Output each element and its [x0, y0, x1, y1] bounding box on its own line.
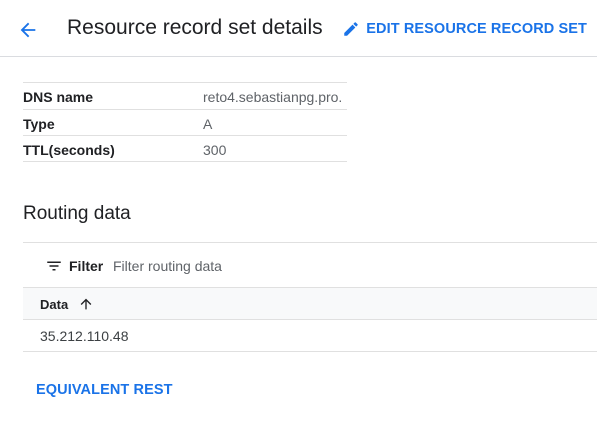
detail-value: A [203, 116, 213, 132]
detail-row-dns-name: DNS name reto4.sebastianpg.pro. [23, 83, 347, 110]
filter-input[interactable] [113, 255, 413, 277]
filter-list-icon [47, 261, 61, 271]
routing-data-table: Data 35.212.110.48 [23, 287, 597, 352]
filter-button[interactable]: Filter [45, 257, 103, 275]
details-table: DNS name reto4.sebastianpg.pro. Type A T… [23, 82, 347, 162]
routing-data-heading: Routing data [23, 203, 131, 224]
detail-value: 300 [203, 142, 227, 158]
pencil-icon [344, 22, 359, 36]
table-row: 35.212.110.48 [23, 320, 597, 352]
edit-record-set-button[interactable]: EDIT RESOURCE RECORD SET [342, 17, 587, 41]
table-cell-data: 35.212.110.48 [40, 328, 129, 344]
filter-label: Filter [69, 258, 104, 274]
column-header-label: Data [40, 296, 69, 312]
filter-bar: Filter [23, 242, 597, 288]
arrow-upward-icon [80, 298, 92, 310]
page-header: Resource record set details EDIT RESOURC… [0, 0, 597, 57]
detail-key: TTL(seconds) [23, 142, 115, 158]
equivalent-rest-link[interactable]: EQUIVALENT REST [36, 382, 173, 398]
back-button[interactable] [14, 16, 42, 44]
detail-value: reto4.sebastianpg.pro. [203, 89, 343, 105]
detail-row-ttl: TTL(seconds) 300 [23, 136, 347, 162]
edit-record-set-label: EDIT RESOURCE RECORD SET [366, 21, 587, 37]
detail-row-type: Type A [23, 110, 347, 136]
table-header-row: Data [23, 287, 597, 320]
detail-key: Type [23, 116, 55, 132]
arrow-back-icon [20, 22, 36, 38]
record-set-details-page: Resource record set details EDIT RESOURC… [0, 0, 597, 437]
column-header-data[interactable]: Data [40, 296, 94, 312]
detail-key: DNS name [23, 89, 94, 105]
page-title: Resource record set details [67, 16, 323, 39]
